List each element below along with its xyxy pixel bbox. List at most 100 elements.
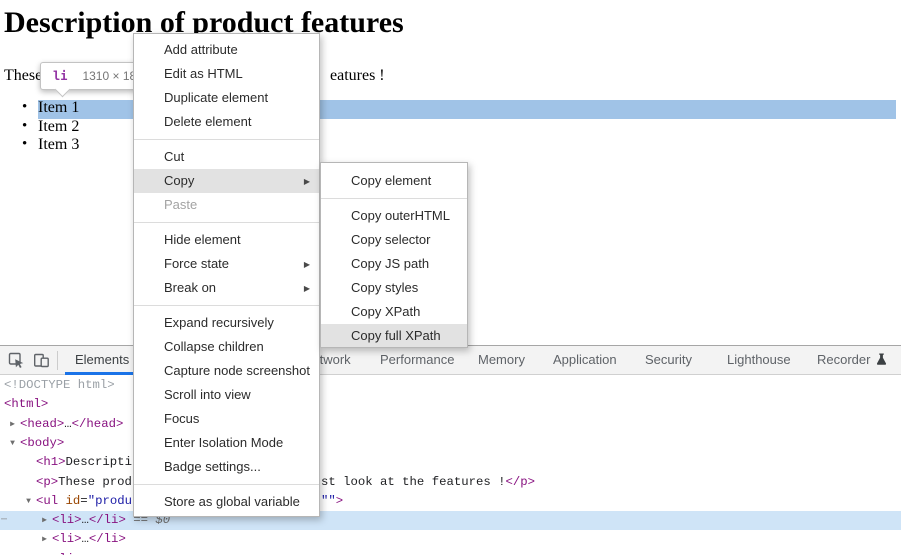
copy-submenu-item-copy-element[interactable]: Copy element [321,169,467,193]
inspect-icon[interactable] [8,352,25,369]
context-menu-item-badge-settings[interactable]: Badge settings... [134,455,319,479]
list-item-label: Item 1 [38,99,79,117]
menu-item-label: Scroll into view [164,387,251,402]
tab-application[interactable]: Application [543,346,627,375]
expand-arrow-icon[interactable]: ▶ [7,415,18,434]
context-menu-item-collapse-children[interactable]: Collapse children [134,335,319,359]
copy-submenu-item-copy-outerhtml[interactable]: Copy outerHTML [321,204,467,228]
code-token: = [80,494,87,508]
dom-tree-row[interactable]: ▶<li>…</li> [0,530,901,549]
tab-security[interactable]: Security [635,346,702,375]
context-menu-item-capture-node-screenshot[interactable]: Capture node screenshot [134,359,319,383]
browser-window: Description of product features These ea… [0,0,901,555]
dom-tree-row[interactable]: ▶<li [0,550,901,555]
submenu-arrow-icon: ▶ [304,170,310,194]
context-menu-item-expand-recursively[interactable]: Expand recursively [134,311,319,335]
code-token: <head> [20,417,64,431]
tab-label: Performance [380,352,454,367]
code-token: <ul [36,494,58,508]
context-menu-item-delete-element[interactable]: Delete element [134,110,319,134]
list-item-label: Item 3 [38,136,79,154]
expand-arrow-icon[interactable]: ▼ [23,492,34,511]
flask-icon [876,353,887,366]
node-markup: <body> [20,434,64,453]
menu-item-label: Capture node screenshot [164,363,310,378]
paragraph-fragment-right: eatures ! [330,67,385,85]
context-menu-item-force-state[interactable]: Force state▶ [134,252,319,276]
copy-submenu-item-copy-selector[interactable]: Copy selector [321,228,467,252]
context-menu-item-add-attribute[interactable]: Add attribute [134,38,319,62]
code-token: > [336,494,343,508]
menu-item-label: Cut [164,149,184,164]
context-menu-item-focus[interactable]: Focus [134,407,319,431]
copy-submenu-item-copy-js-path[interactable]: Copy JS path [321,252,467,276]
menu-item-label: Copy JS path [351,256,429,271]
code-token: These prod [58,475,132,489]
context-menu-item-hide-element[interactable]: Hide element [134,228,319,252]
node-markup: <head>…</head> [20,415,123,434]
copy-submenu-item-copy-full-xpath[interactable]: Copy full XPath [321,324,467,348]
menu-item-label: Copy selector [351,232,430,247]
node-markup-continued: ""> [321,492,343,511]
menu-item-label: Paste [164,197,197,212]
code-token: … [64,417,71,431]
context-menu-item-store-as-global-variable[interactable]: Store as global variable [134,490,319,514]
device-toolbar-icon[interactable] [33,352,50,369]
copy-submenu-item-copy-xpath[interactable]: Copy XPath [321,300,467,324]
context-menu-item-edit-as-html[interactable]: Edit as HTML [134,62,319,86]
context-menu-item-scroll-into-view[interactable]: Scroll into view [134,383,319,407]
menu-item-label: Break on [164,280,216,295]
code-token: st look at the features ! [321,475,505,489]
node-markup: <p>These prod [36,473,132,492]
code-token: </p> [505,475,535,489]
tab-memory[interactable]: Memory [468,346,535,375]
code-token: </li> [89,513,126,527]
list-item[interactable]: •Item 2 [22,118,79,136]
menu-item-label: Hide element [164,232,241,247]
code-token: <li> [52,532,82,546]
node-markup: <li>…</li> [52,530,126,549]
menu-item-label: Add attribute [164,42,238,57]
menu-item-label: Duplicate element [164,90,268,105]
tooltip-tag-name: li [53,69,67,83]
context-menu-item-duplicate-element[interactable]: Duplicate element [134,86,319,110]
expand-arrow-icon[interactable]: ▶ [39,530,50,549]
context-menu-item-break-on[interactable]: Break on ▶ [134,276,319,300]
code-token: </head> [72,417,124,431]
menu-item-label: Enter Isolation Mode [164,435,283,450]
tooltip-pointer [55,82,71,98]
tab-performance[interactable]: Performance [370,346,464,375]
menu-item-label: Copy element [351,173,431,188]
tab-recorder[interactable]: Recorder [807,346,897,375]
node-markup: <ul id="produ [36,492,132,511]
list-item[interactable]: •Item 3 [22,136,79,154]
context-menu-item-enter-isolation-mode[interactable]: Enter Isolation Mode [134,431,319,455]
expand-arrow-icon[interactable]: ▶ [39,511,50,530]
toolbar-divider [57,351,58,370]
context-menu-separator [134,139,319,140]
menu-item-label: Collapse children [164,339,264,354]
tab-label: Application [553,352,617,367]
code-token: <p> [36,475,58,489]
tab-elements[interactable]: Elements [65,346,139,375]
expand-arrow-icon[interactable]: ▶ [39,550,50,555]
context-menu-item-cut[interactable]: Cut [134,145,319,169]
context-menu-item-copy[interactable]: Copy▶ [134,169,319,193]
code-token: "produ [88,494,132,508]
code-token [58,494,65,508]
menu-item-label: Copy styles [351,280,418,295]
code-token: <li> [52,513,82,527]
tab-label: Lighthouse [727,352,791,367]
copy-submenu-item-copy-styles[interactable]: Copy styles [321,276,467,300]
submenu-arrow-icon: ▶ [304,277,310,301]
tab-label: Recorder [817,352,870,367]
gutter-marker-icon: ⋯ [1,511,7,530]
tab-lighthouse[interactable]: Lighthouse [717,346,801,375]
menu-item-label: Store as global variable [164,494,300,509]
menu-item-label: Expand recursively [164,315,274,330]
list-item[interactable]: •Item 1 [22,99,79,117]
tab-label: Elements [75,352,129,367]
expand-arrow-icon[interactable]: ▼ [7,434,18,453]
bullet-icon: • [22,99,38,117]
menu-item-label: Edit as HTML [164,66,243,81]
